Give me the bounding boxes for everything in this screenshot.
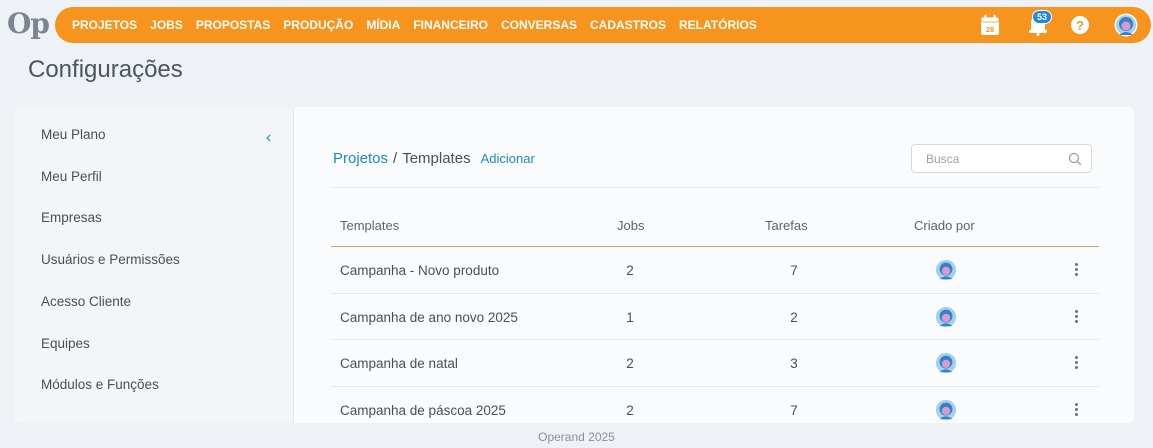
table-row[interactable]: Campanha de ano novo 2025 1 2 [331, 294, 1099, 340]
nav-item-midia[interactable]: MÍDIA [366, 18, 400, 32]
calendar-icon[interactable]: 28 [980, 14, 1000, 36]
column-header-criado-por[interactable]: Criado por [914, 218, 975, 233]
row-actions-menu-icon[interactable] [1073, 401, 1079, 419]
template-name[interactable]: Campanha de páscoa 2025 [340, 403, 506, 418]
template-name[interactable]: Campanha de ano novo 2025 [340, 310, 518, 325]
tasks-count: 3 [790, 356, 798, 371]
sidebar-item-modulos-funcoes[interactable]: Módulos e Funções [41, 377, 159, 392]
help-icon[interactable]: ? [1071, 16, 1089, 34]
notifications-count-badge: 53 [1032, 10, 1053, 24]
sidebar-item-equipes[interactable]: Equipes [41, 336, 90, 351]
sidebar-item-empresas[interactable]: Empresas [41, 210, 102, 225]
table-row[interactable]: Campanha de natal 2 3 [331, 340, 1099, 387]
app-logo[interactable]: Op [7, 7, 50, 40]
column-header-tarefas[interactable]: Tarefas [765, 218, 808, 233]
breadcrumb-projetos-link[interactable]: Projetos [333, 150, 388, 167]
tasks-count: 7 [790, 402, 798, 418]
calendar-day: 28 [986, 25, 994, 34]
table-header: Templates Jobs Tarefas Criado por [331, 207, 1099, 247]
search-box [911, 144, 1092, 173]
sidebar-item-acesso-cliente[interactable]: Acesso Cliente [41, 294, 131, 309]
add-template-link[interactable]: Adicionar [481, 151, 535, 166]
chevron-left-icon[interactable]: ‹ [266, 129, 271, 147]
creator-avatar [935, 306, 957, 327]
template-name[interactable]: Campanha - Novo produto [340, 263, 499, 278]
nav-item-conversas[interactable]: CONVERSAS [501, 18, 577, 32]
templates-table: Templates Jobs Tarefas Criado por Campan… [331, 207, 1099, 423]
creator-avatar [935, 259, 957, 281]
jobs-count: 2 [626, 263, 634, 278]
column-header-jobs[interactable]: Jobs [617, 218, 644, 233]
row-actions-menu-icon[interactable] [1073, 261, 1079, 279]
tasks-count: 7 [790, 263, 798, 278]
page-title: Configurações [28, 56, 183, 83]
templates-panel: Projetos / Templates Adicionar Templates… [295, 107, 1134, 423]
nav-item-projetos[interactable]: PROJETOS [72, 18, 137, 32]
header-divider [331, 187, 1099, 188]
sidebar-item-usuarios-permissoes[interactable]: Usuários e Permissões [41, 252, 180, 267]
breadcrumb-current: Templates [402, 150, 471, 167]
nav-item-relatorios[interactable]: RELATÓRIOS [679, 18, 757, 32]
footer-text: Operand 2025 [538, 430, 615, 444]
creator-avatar [935, 352, 957, 374]
nav-item-cadastros[interactable]: CADASTROS [590, 18, 666, 32]
settings-card: ‹ Meu Plano Meu Perfil Empresas Usuários… [14, 107, 1134, 423]
sidebar-item-meu-plano[interactable]: Meu Plano [41, 127, 106, 142]
top-navbar: PROJETOS JOBS PROPOSTAS PRODUÇÃO MÍDIA F… [55, 7, 1151, 43]
table-row[interactable]: Campanha - Novo produto 2 7 [331, 247, 1099, 294]
search-icon[interactable] [1068, 152, 1082, 166]
creator-avatar [935, 399, 957, 420]
jobs-count: 2 [626, 356, 634, 371]
jobs-count: 1 [626, 309, 634, 325]
column-header-templates[interactable]: Templates [340, 218, 399, 233]
jobs-count: 2 [626, 402, 634, 418]
user-avatar[interactable] [1114, 13, 1138, 37]
row-actions-menu-icon[interactable] [1073, 308, 1079, 326]
nav-item-financeiro[interactable]: FINANCEIRO [413, 18, 488, 32]
search-input[interactable] [926, 151, 1066, 166]
nav-item-propostas[interactable]: PROPOSTAS [196, 18, 270, 32]
tasks-count: 2 [790, 309, 798, 325]
sidebar-item-meu-perfil[interactable]: Meu Perfil [41, 169, 102, 184]
table-row[interactable]: Campanha de páscoa 2025 2 7 [331, 387, 1099, 424]
nav-item-jobs[interactable]: JOBS [150, 18, 183, 32]
row-actions-menu-icon[interactable] [1073, 354, 1079, 372]
template-name[interactable]: Campanha de natal [340, 356, 458, 371]
nav-item-producao[interactable]: PRODUÇÃO [283, 18, 353, 32]
breadcrumb-separator: / [393, 150, 398, 167]
settings-sidebar: ‹ Meu Plano Meu Perfil Empresas Usuários… [14, 107, 294, 423]
main-menu: PROJETOS JOBS PROPOSTAS PRODUÇÃO MÍDIA F… [55, 18, 770, 32]
breadcrumb: Projetos / Templates Adicionar [333, 150, 535, 167]
